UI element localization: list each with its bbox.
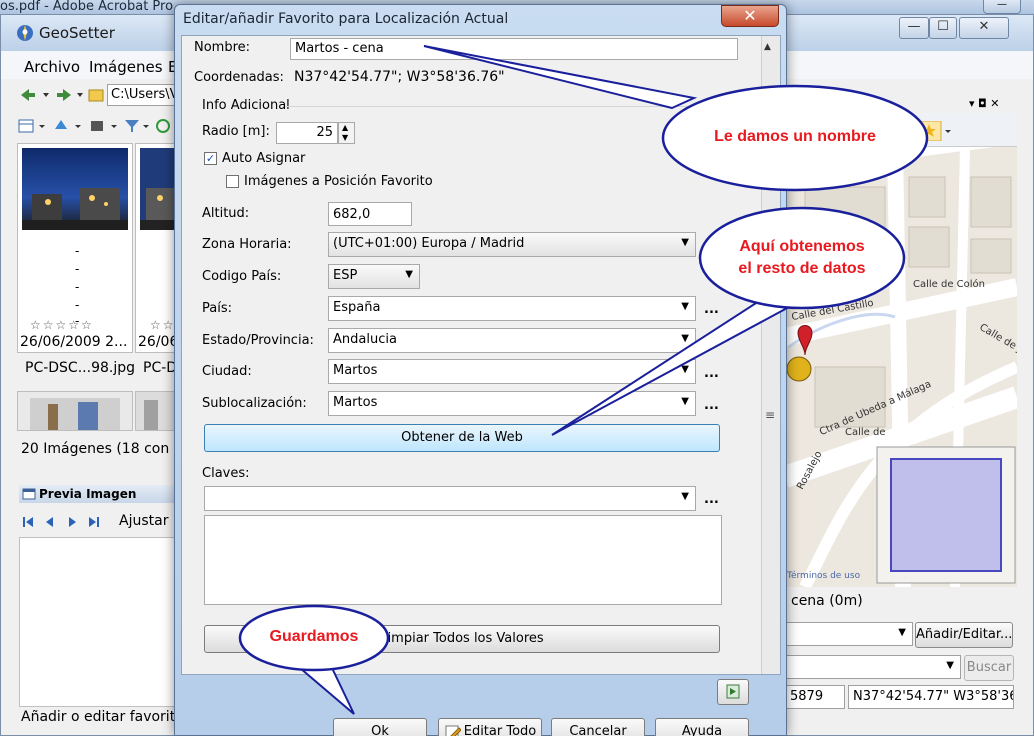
callout-rest-line1: Aquí obtenemos (739, 238, 865, 255)
callout-name-text: Le damos un nombre (714, 128, 876, 145)
callout-rest-text: Aquí obtenemos el resto de datos (712, 236, 892, 280)
callout-save-text: Guardamos (269, 628, 359, 645)
callout-rest-line2: el resto de datos (738, 260, 866, 277)
annotation-overlay (238, 45, 929, 715)
